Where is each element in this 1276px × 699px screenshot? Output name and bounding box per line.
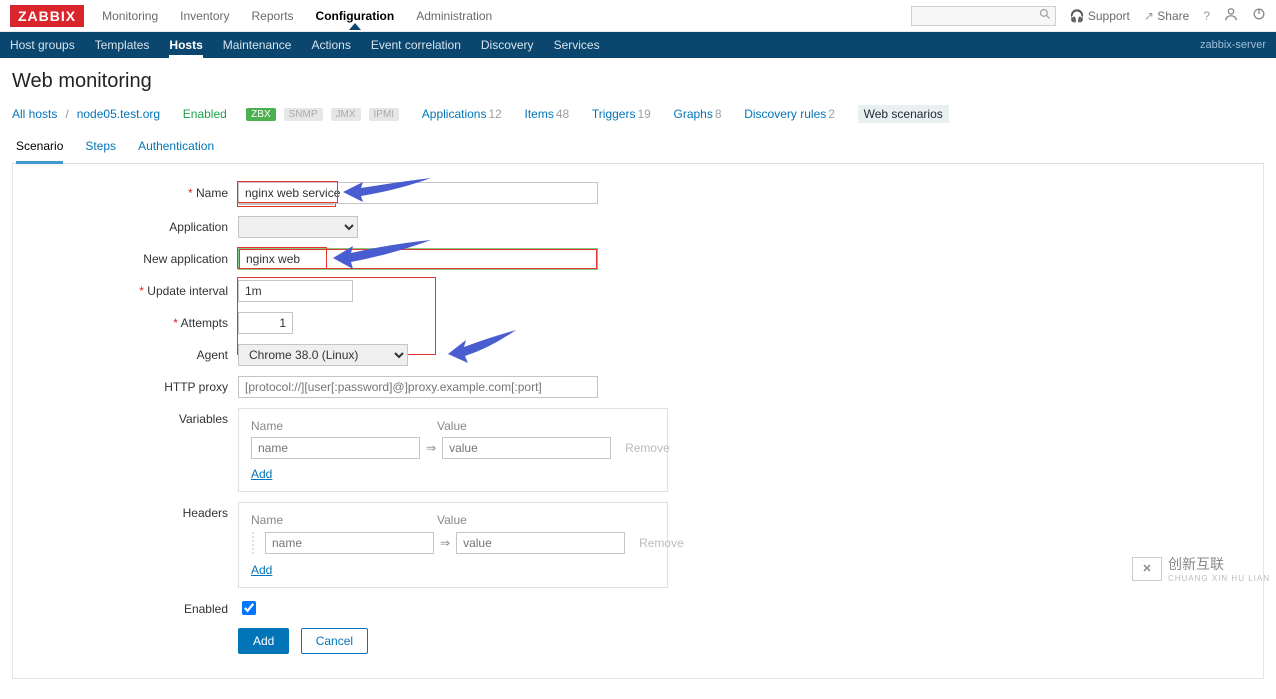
col-name: Name bbox=[251, 419, 437, 433]
host-link[interactable]: node05.test.org bbox=[77, 107, 160, 121]
header-add[interactable]: Add bbox=[251, 563, 272, 577]
page-title: Web monitoring bbox=[12, 70, 1264, 93]
variable-add[interactable]: Add bbox=[251, 467, 272, 481]
badge-jmx: JMX bbox=[331, 108, 361, 121]
application-select[interactable] bbox=[238, 216, 358, 238]
badge-ipmi: IPMI bbox=[369, 108, 400, 121]
col-value: Value bbox=[437, 513, 467, 527]
tab-scenario[interactable]: Scenario bbox=[16, 133, 63, 164]
topmenu-reports[interactable]: Reports bbox=[252, 9, 294, 23]
hostnav-applications[interactable]: Applications bbox=[422, 107, 487, 121]
subnav: Host groups Templates Hosts Maintenance … bbox=[10, 32, 620, 58]
tabs: Scenario Steps Authentication bbox=[12, 133, 1264, 164]
variable-remove[interactable]: Remove bbox=[625, 441, 670, 455]
hostnav-graphs[interactable]: Graphs bbox=[674, 107, 713, 121]
badge-snmp: SNMP bbox=[284, 108, 323, 121]
variables-box: Name Value ⇒ Remove Add bbox=[238, 408, 668, 492]
share-icon: ↗ bbox=[1144, 9, 1154, 23]
hostnav-discovery[interactable]: Discovery rules bbox=[744, 107, 826, 121]
application-label: Application bbox=[33, 216, 238, 234]
tab-authentication[interactable]: Authentication bbox=[138, 133, 214, 163]
headers-label: Headers bbox=[33, 502, 238, 520]
agent-select[interactable]: Chrome 38.0 (Linux) bbox=[238, 344, 408, 366]
annotation-arrow-icon bbox=[448, 330, 518, 364]
topmenu-monitoring[interactable]: Monitoring bbox=[102, 9, 158, 23]
agent-label: Agent bbox=[33, 344, 238, 362]
new-application-field[interactable] bbox=[238, 248, 598, 270]
update-interval-field[interactable] bbox=[238, 280, 353, 302]
update-interval-label: Update interval bbox=[33, 280, 238, 298]
arrow-icon: ⇒ bbox=[426, 441, 436, 455]
logo: ZABBIX bbox=[10, 5, 84, 27]
header-name-field[interactable] bbox=[265, 532, 434, 554]
header-remove[interactable]: Remove bbox=[639, 536, 684, 550]
subnav-event-correlation[interactable]: Event correlation bbox=[371, 32, 461, 58]
col-value: Value bbox=[437, 419, 467, 433]
col-name: Name bbox=[251, 513, 437, 527]
all-hosts-link[interactable]: All hosts bbox=[12, 107, 57, 121]
subnav-host-groups[interactable]: Host groups bbox=[10, 32, 75, 58]
http-proxy-field[interactable] bbox=[238, 376, 598, 398]
header-value-field[interactable] bbox=[456, 532, 625, 554]
share-link[interactable]: ↗ Share bbox=[1144, 9, 1189, 23]
new-application-label: New application bbox=[33, 248, 238, 266]
name-label: Name bbox=[33, 182, 238, 200]
search-icon bbox=[1039, 8, 1051, 23]
headset-icon: 🎧 bbox=[1070, 9, 1085, 23]
watermark-icon: ✕ bbox=[1132, 557, 1162, 581]
subnav-actions[interactable]: Actions bbox=[311, 32, 350, 58]
headers-box: Name Value ⇒ Remove Add bbox=[238, 502, 668, 588]
add-button[interactable]: Add bbox=[238, 628, 289, 654]
top-menu: Monitoring Inventory Reports Configurati… bbox=[102, 9, 514, 23]
subnav-hosts[interactable]: Hosts bbox=[169, 32, 202, 58]
host-nav: All hosts / node05.test.org Enabled ZBXS… bbox=[12, 105, 1264, 123]
enabled-checkbox[interactable] bbox=[242, 601, 256, 615]
hostnav-items[interactable]: Items bbox=[525, 107, 554, 121]
tab-steps[interactable]: Steps bbox=[85, 133, 116, 163]
user-icon[interactable] bbox=[1224, 7, 1238, 24]
server-name: zabbix-server bbox=[1200, 39, 1266, 51]
drag-handle-icon[interactable] bbox=[251, 531, 255, 555]
arrow-icon: ⇒ bbox=[440, 536, 450, 550]
attempts-field[interactable] bbox=[238, 312, 293, 334]
hostnav-triggers[interactable]: Triggers bbox=[592, 107, 636, 121]
variable-name-field[interactable] bbox=[251, 437, 420, 459]
watermark: ✕ 创新互联 CHUANG XIN HU LIAN bbox=[1132, 554, 1270, 583]
topmenu-configuration[interactable]: Configuration bbox=[316, 9, 395, 23]
variable-value-field[interactable] bbox=[442, 437, 611, 459]
subnav-services[interactable]: Services bbox=[554, 32, 600, 58]
variables-label: Variables bbox=[33, 408, 238, 426]
attempts-label: Attempts bbox=[33, 312, 238, 330]
badge-zbx: ZBX bbox=[246, 108, 275, 121]
support-link[interactable]: 🎧 Support bbox=[1070, 9, 1130, 23]
subnav-templates[interactable]: Templates bbox=[95, 32, 150, 58]
topmenu-inventory[interactable]: Inventory bbox=[180, 9, 229, 23]
enabled-label: Enabled bbox=[33, 598, 238, 616]
help-icon[interactable]: ? bbox=[1203, 9, 1210, 23]
topmenu-administration[interactable]: Administration bbox=[416, 9, 492, 23]
subnav-discovery[interactable]: Discovery bbox=[481, 32, 534, 58]
enabled-label: Enabled bbox=[183, 107, 227, 121]
name-field[interactable] bbox=[238, 182, 598, 204]
hostnav-web-scenarios[interactable]: Web scenarios bbox=[858, 105, 949, 123]
subnav-maintenance[interactable]: Maintenance bbox=[223, 32, 292, 58]
http-proxy-label: HTTP proxy bbox=[33, 376, 238, 394]
cancel-button[interactable]: Cancel bbox=[301, 628, 368, 654]
search-input[interactable] bbox=[911, 6, 1056, 26]
power-icon[interactable] bbox=[1252, 7, 1266, 24]
